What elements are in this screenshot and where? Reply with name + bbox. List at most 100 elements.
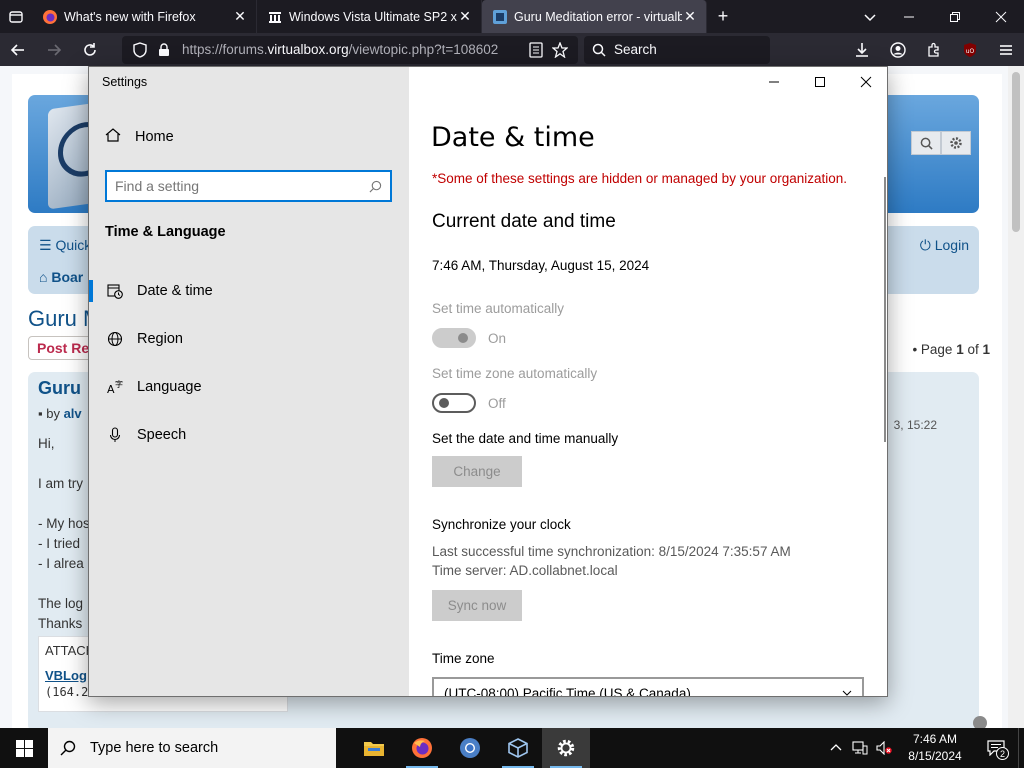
section-title: Time & Language bbox=[105, 224, 226, 240]
list-all-tabs-button[interactable] bbox=[854, 0, 886, 33]
microphone-icon bbox=[107, 427, 123, 443]
globe-icon bbox=[107, 331, 123, 347]
browser-nav-bar: https://forums.virtualbox.org/viewtopic.… bbox=[0, 33, 1024, 66]
post-date: 3, 15:22 bbox=[893, 418, 937, 432]
nav-item-label: Date & time bbox=[137, 283, 213, 299]
close-icon bbox=[995, 11, 1007, 22]
page-scrollbar[interactable] bbox=[1008, 66, 1024, 728]
network-tray-button[interactable] bbox=[848, 728, 872, 768]
forum-search-button[interactable] bbox=[911, 131, 941, 155]
start-button[interactable] bbox=[0, 728, 48, 768]
action-center-button[interactable]: 2 bbox=[974, 728, 1018, 768]
content-scrollbar[interactable] bbox=[884, 177, 886, 442]
notification-count-badge: 2 bbox=[996, 747, 1009, 760]
browser-tab-guru-meditation[interactable]: Guru Meditation error - virtualb ✕ bbox=[482, 0, 707, 33]
extensions-button[interactable] bbox=[916, 33, 952, 66]
back-arrow-icon bbox=[10, 43, 24, 56]
home-nav-item[interactable]: Home bbox=[105, 127, 174, 147]
tab-close-icon[interactable]: ✕ bbox=[232, 8, 248, 25]
sync-now-button[interactable]: Sync now bbox=[432, 590, 522, 621]
settings-minimize-button[interactable] bbox=[751, 67, 797, 97]
firefox-icon bbox=[42, 9, 58, 25]
volume-muted-icon bbox=[876, 741, 892, 755]
tab-list-icon bbox=[9, 10, 23, 23]
calendar-clock-icon bbox=[107, 283, 123, 299]
chrome-taskbar-button[interactable] bbox=[446, 728, 494, 768]
browser-minimize-button[interactable] bbox=[886, 0, 932, 33]
browser-tab-firefox-whats-new[interactable]: What's new with Firefox ✕ bbox=[32, 0, 257, 33]
show-desktop-button[interactable] bbox=[1018, 728, 1024, 768]
menu-button[interactable] bbox=[988, 33, 1024, 66]
maximize-icon bbox=[815, 77, 825, 87]
bookmark-star-icon[interactable] bbox=[548, 41, 572, 58]
virtualbox-cube-icon bbox=[508, 738, 528, 758]
search-bar[interactable]: Search bbox=[584, 35, 770, 64]
new-tab-button[interactable]: + bbox=[707, 0, 739, 33]
forum-search-buttons bbox=[911, 131, 971, 155]
nav-item-label: Region bbox=[137, 331, 183, 347]
settings-window: Settings Home Find a setting Time & Lang… bbox=[88, 66, 888, 697]
forward-button[interactable] bbox=[36, 33, 72, 66]
sync-clock-heading: Synchronize your clock bbox=[432, 517, 571, 532]
login-link[interactable]: ⏻ Login bbox=[920, 237, 969, 254]
taskbar-search-box[interactable]: Type here to search bbox=[48, 728, 336, 768]
post-author[interactable]: alv bbox=[64, 406, 82, 421]
lock-icon[interactable] bbox=[152, 42, 176, 57]
virtualbox-taskbar-button[interactable] bbox=[494, 728, 542, 768]
taskbar-clock[interactable]: 7:46 AM 8/15/2024 bbox=[896, 731, 974, 765]
tracking-protection-icon[interactable] bbox=[128, 41, 152, 58]
chevron-down-icon bbox=[842, 690, 852, 696]
set-timezone-auto-toggle[interactable] bbox=[432, 393, 476, 413]
tab-close-icon[interactable]: ✕ bbox=[682, 8, 698, 25]
back-button[interactable] bbox=[0, 33, 36, 66]
toggle-knob bbox=[458, 333, 468, 343]
nav-item-date-time[interactable]: Date & time bbox=[89, 271, 409, 311]
settings-taskbar-button[interactable] bbox=[542, 728, 590, 768]
toggle-knob bbox=[439, 398, 449, 408]
download-icon bbox=[856, 42, 868, 57]
current-date-time-heading: Current date and time bbox=[432, 211, 616, 232]
scroll-to-top-button[interactable] bbox=[973, 716, 987, 728]
chevron-up-icon bbox=[830, 744, 842, 751]
tab-title: What's new with Firefox bbox=[64, 9, 196, 24]
downloads-button[interactable] bbox=[844, 33, 880, 66]
svg-text:A: A bbox=[107, 383, 115, 395]
nav-item-speech[interactable]: Speech bbox=[89, 415, 409, 455]
account-button[interactable] bbox=[880, 33, 916, 66]
taskbar: Type here to search 7:46 AM 8/15/2024 2 bbox=[0, 728, 1024, 768]
hamburger-menu-icon bbox=[1000, 44, 1012, 55]
advanced-search-button[interactable] bbox=[941, 131, 971, 155]
address-bar[interactable]: https://forums.virtualbox.org/viewtopic.… bbox=[122, 35, 578, 64]
settings-close-button[interactable] bbox=[843, 67, 887, 97]
settings-maximize-button[interactable] bbox=[797, 67, 843, 97]
timezone-value: (UTC-08:00) Pacific Time (US & Canada) bbox=[444, 685, 691, 697]
search-icon bbox=[920, 137, 933, 150]
set-timezone-auto-state: Off bbox=[488, 396, 506, 411]
timezone-select[interactable]: (UTC-08:00) Pacific Time (US & Canada) bbox=[432, 677, 864, 697]
nav-item-region[interactable]: Region bbox=[89, 319, 409, 359]
tab-close-icon[interactable]: ✕ bbox=[457, 8, 473, 25]
tab-list-button[interactable] bbox=[0, 0, 32, 33]
find-setting-input[interactable]: Find a setting bbox=[105, 170, 392, 202]
show-hidden-icons-button[interactable] bbox=[824, 728, 848, 768]
firefox-taskbar-button[interactable] bbox=[398, 728, 446, 768]
puzzle-icon bbox=[928, 42, 939, 57]
home-icon bbox=[105, 127, 121, 147]
reload-button[interactable] bbox=[72, 33, 108, 66]
browser-tab-windows-vista[interactable]: Windows Vista Ultimate SP2 x64 ✕ bbox=[257, 0, 482, 33]
page-scrollbar-thumb[interactable] bbox=[1012, 72, 1020, 232]
browser-restore-button[interactable] bbox=[932, 0, 978, 33]
board-index-link[interactable]: ⌂ Boar bbox=[39, 269, 83, 285]
power-icon: ⏻ bbox=[919, 237, 935, 253]
volume-tray-button[interactable] bbox=[872, 728, 896, 768]
browser-close-button[interactable] bbox=[978, 0, 1024, 33]
post-title[interactable]: Guru bbox=[38, 378, 81, 399]
reader-view-icon[interactable] bbox=[524, 41, 548, 58]
file-explorer-taskbar-button[interactable] bbox=[350, 728, 398, 768]
ublock-origin-button[interactable]: uO bbox=[952, 33, 988, 66]
quick-links-menu[interactable]: ☰ Quick bbox=[39, 237, 91, 254]
change-button[interactable]: Change bbox=[432, 456, 522, 487]
set-time-auto-toggle[interactable] bbox=[432, 328, 476, 348]
nav-item-language[interactable]: A字 Language bbox=[89, 367, 409, 407]
browser-tab-strip: What's new with Firefox ✕ Windows Vista … bbox=[0, 0, 1024, 33]
